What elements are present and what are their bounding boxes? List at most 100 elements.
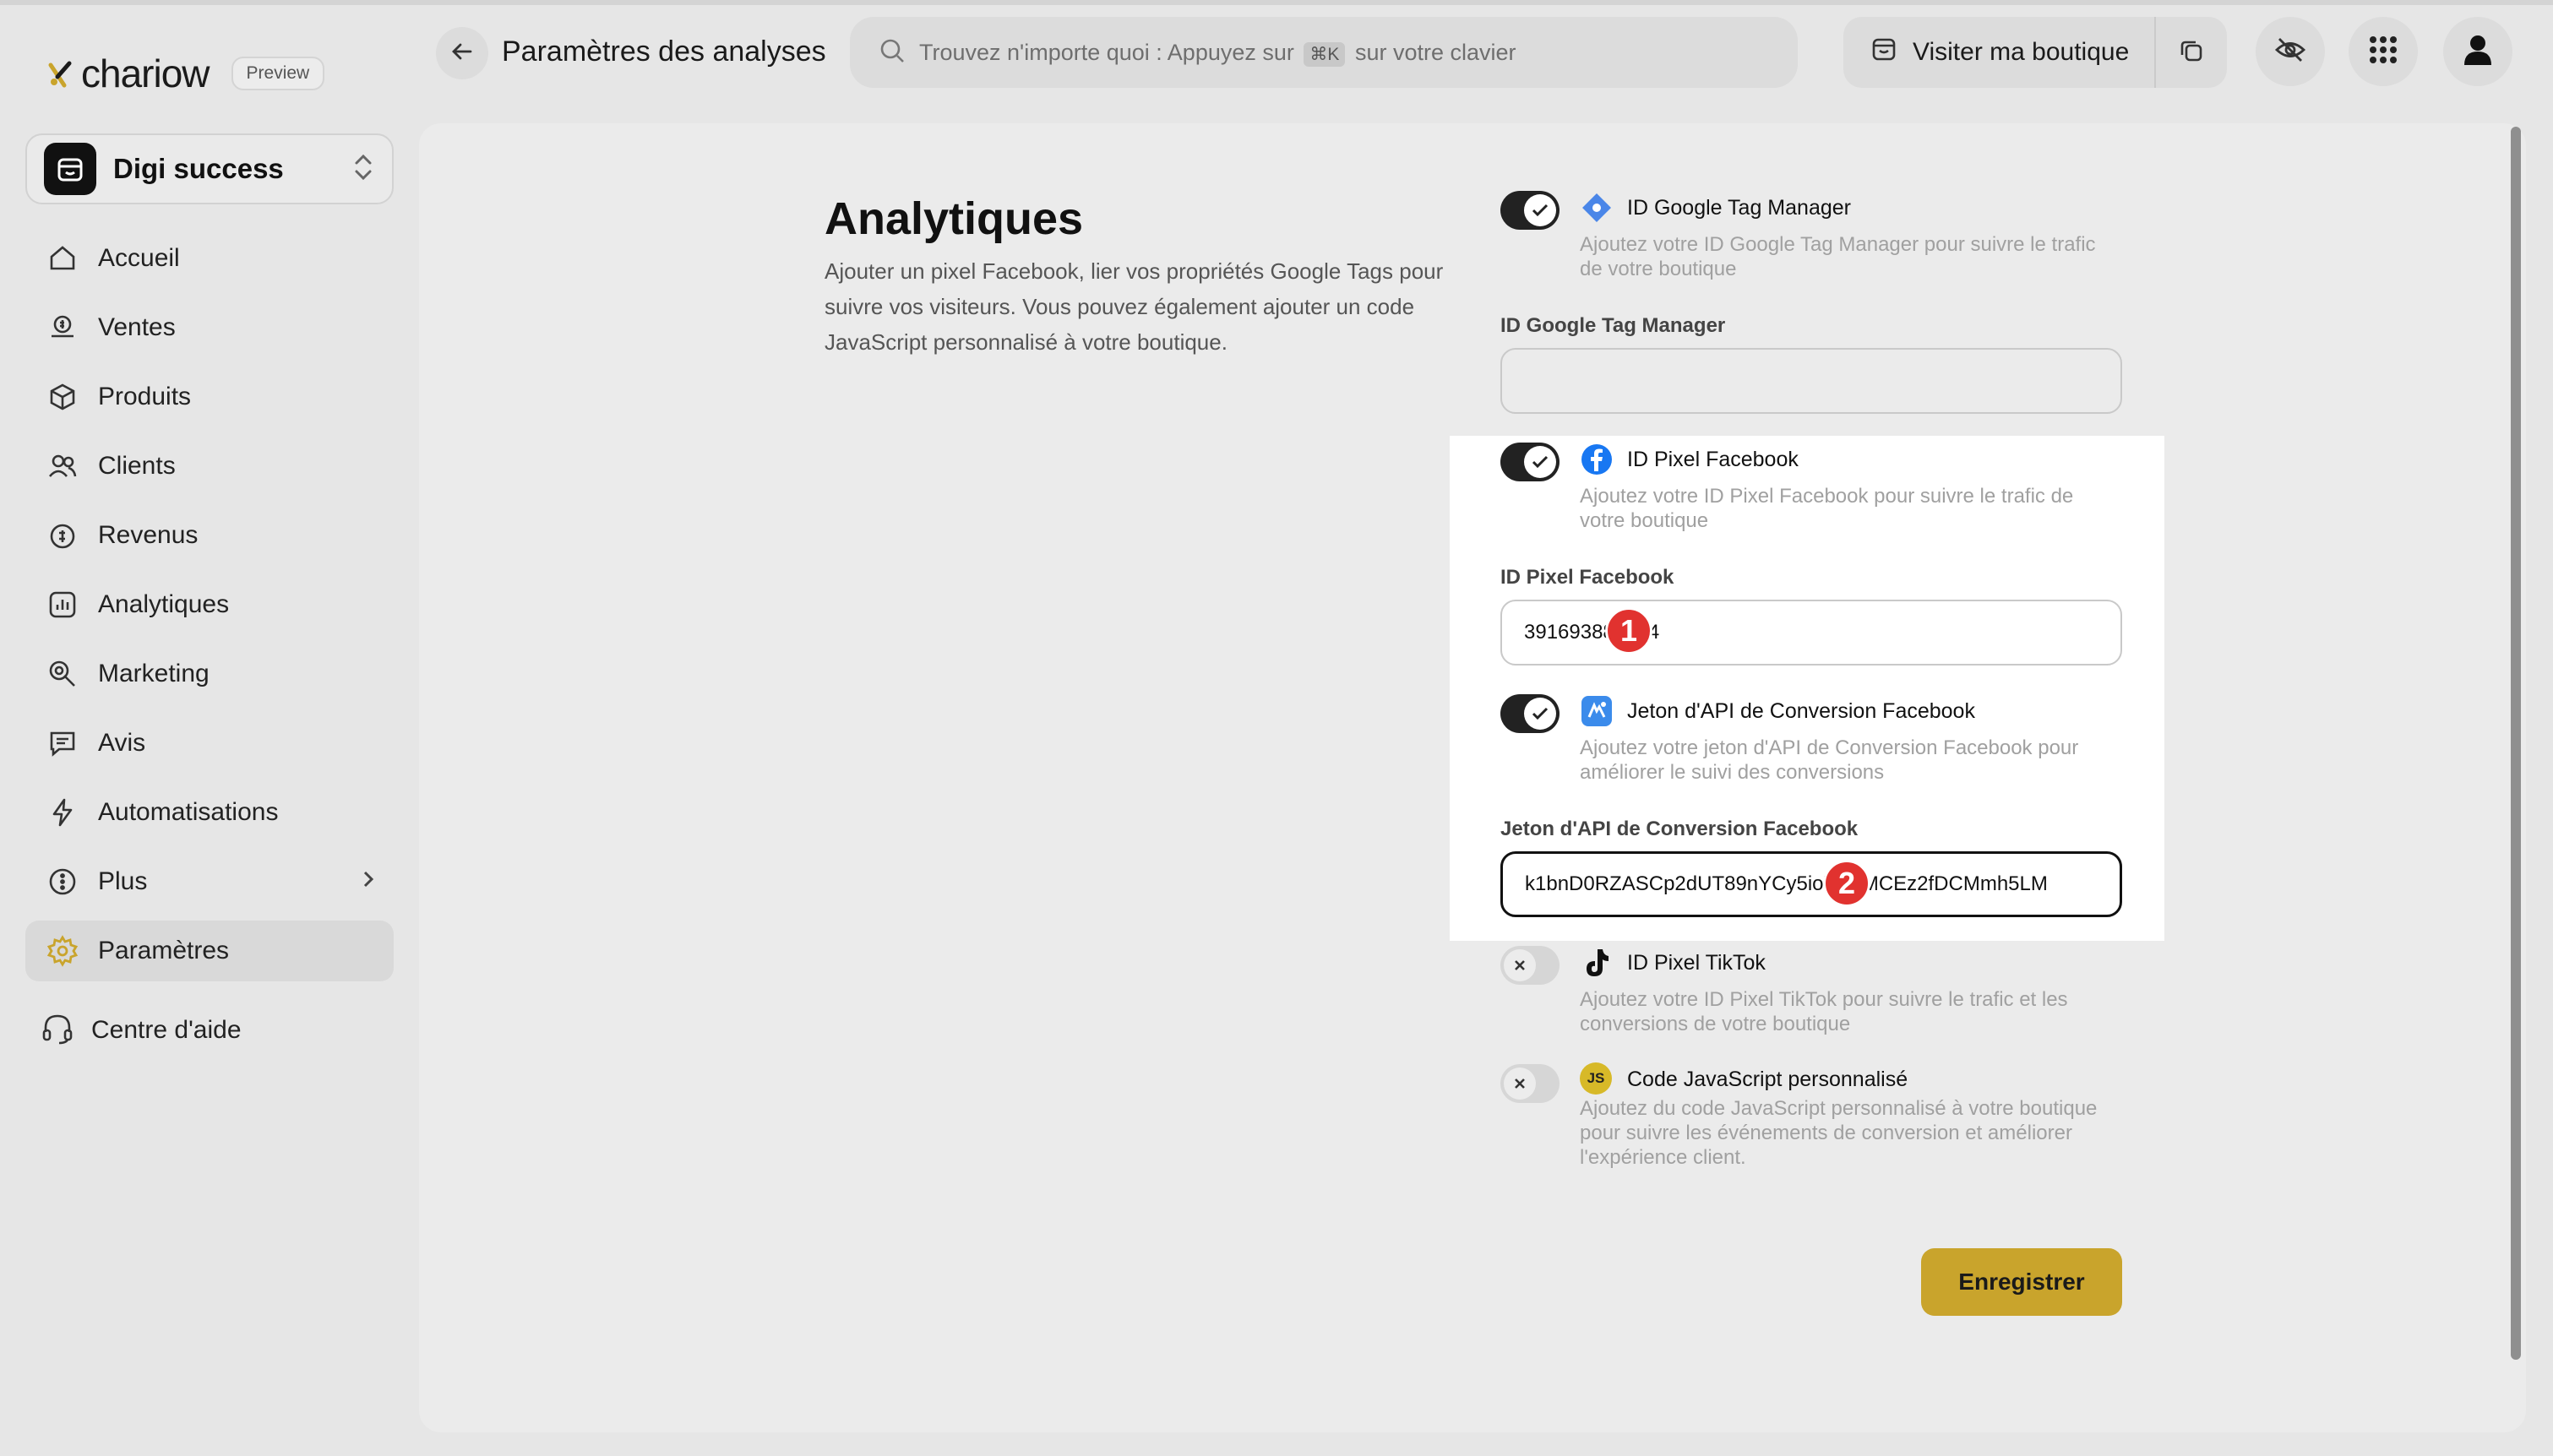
hide-preview-button[interactable] — [2256, 17, 2325, 86]
account-button[interactable] — [2443, 17, 2512, 86]
sidebar-nav: Accueil Ventes Produits Clients Revenus … — [25, 228, 394, 990]
help-center-link[interactable]: Centre d'aide — [41, 1012, 242, 1049]
marketing-icon — [44, 655, 81, 693]
chariow-logo[interactable]: chariow Preview — [46, 51, 325, 96]
sidebar-item-accueil[interactable]: Accueil — [25, 228, 394, 289]
close-icon — [1504, 1068, 1536, 1100]
check-icon — [1524, 446, 1556, 478]
sidebar-item-clients[interactable]: Clients — [25, 436, 394, 497]
sidebar-item-label: Plus — [98, 867, 148, 895]
page-description: Ajouter un pixel Facebook, lier vos prop… — [825, 258, 1444, 355]
search-placeholder: Trouvez n'importe quoi : Appuyez sur ⌘K … — [919, 39, 1516, 67]
visit-store-label: Visiter ma boutique — [1913, 38, 2130, 66]
sidebar-item-label: Produits — [98, 383, 192, 410]
sidebar-item-label: Revenus — [98, 521, 199, 549]
sidebar-item-label: Clients — [98, 452, 176, 480]
close-icon — [1504, 949, 1536, 981]
storefront-icon — [1870, 35, 1897, 69]
search-bar[interactable]: Trouvez n'importe quoi : Appuyez sur ⌘K … — [850, 17, 1798, 88]
fb-pixel-description: Ajoutez votre ID Pixel Facebook pour sui… — [1580, 485, 2074, 532]
back-button[interactable] — [436, 27, 488, 79]
logo-text: chariow — [81, 52, 210, 95]
sidebar-item-avis[interactable]: Avis — [25, 713, 394, 774]
facebook-icon — [1580, 443, 1614, 476]
help-center-label: Centre d'aide — [91, 1016, 242, 1044]
store-icon — [44, 143, 96, 195]
fb-capi-title: Jeton d'API de Conversion Facebook — [1627, 699, 1975, 723]
sidebar-item-marketing[interactable]: Marketing — [25, 644, 394, 704]
page-header-title: Paramètres des analyses — [502, 35, 826, 68]
conversion-api-icon — [1580, 694, 1614, 728]
sidebar-item-label: Automatisations — [98, 798, 279, 826]
gtm-description: Ajoutez votre ID Google Tag Manager pour… — [1580, 233, 2096, 280]
revenue-icon — [44, 517, 81, 554]
fb-pixel-field-label: ID Pixel Facebook — [1500, 566, 1674, 589]
sidebar-item-label: Ventes — [98, 313, 176, 341]
logo-mark-icon — [46, 57, 78, 90]
chevron-right-icon — [362, 867, 375, 896]
sidebar-item-parametres[interactable]: Paramètres — [25, 921, 394, 981]
google-tag-manager-icon — [1580, 191, 1614, 225]
custom-js-title: Code JavaScript personnalisé — [1627, 1068, 1908, 1091]
sidebar-item-revenus[interactable]: Revenus — [25, 505, 394, 566]
users-icon — [44, 448, 81, 485]
check-icon — [1524, 194, 1556, 226]
fb-capi-toggle[interactable] — [1500, 694, 1560, 733]
user-avatar-icon — [2462, 33, 2494, 71]
home-icon — [44, 240, 81, 277]
gtm-title: ID Google Tag Manager — [1627, 196, 1851, 220]
javascript-icon: JS — [1580, 1062, 1612, 1095]
gtm-field-label: ID Google Tag Manager — [1500, 314, 1726, 337]
gear-icon — [44, 932, 81, 970]
annotation-marker-2: 2 — [1823, 860, 1870, 907]
sidebar-item-produits[interactable]: Produits — [25, 367, 394, 427]
headset-icon — [41, 1012, 78, 1049]
store-switcher[interactable]: Digi success — [25, 133, 394, 204]
fb-capi-field-label: Jeton d'API de Conversion Facebook — [1500, 818, 1859, 840]
copy-icon — [2178, 37, 2205, 68]
sidebar-item-label: Accueil — [98, 244, 180, 272]
fb-pixel-id-input[interactable] — [1500, 600, 2122, 666]
grid-icon — [2368, 35, 2398, 69]
chart-icon — [44, 586, 81, 623]
tiktok-icon — [1580, 946, 1614, 980]
gtm-toggle[interactable] — [1500, 191, 1560, 230]
sidebar-item-ventes[interactable]: Ventes — [25, 297, 394, 358]
shortcut-key: ⌘K — [1304, 41, 1346, 67]
save-button[interactable]: Enregistrer — [1921, 1248, 2122, 1316]
preview-badge: Preview — [231, 57, 325, 90]
sidebar-item-analytiques[interactable]: Analytiques — [25, 574, 394, 635]
reviews-icon — [44, 725, 81, 762]
sales-icon — [44, 309, 81, 346]
scrollbar[interactable] — [2511, 127, 2521, 1360]
fb-pixel-toggle[interactable] — [1500, 443, 1560, 481]
tiktok-description: Ajoutez votre ID Pixel TikTok pour suivr… — [1580, 988, 2068, 1035]
page-title: Analytiques — [825, 193, 1084, 244]
apps-menu-button[interactable] — [2349, 17, 2418, 86]
tiktok-toggle[interactable] — [1500, 946, 1560, 985]
search-icon — [879, 37, 906, 68]
arrow-left-icon — [450, 41, 474, 66]
more-icon — [44, 863, 81, 900]
bolt-icon — [44, 794, 81, 831]
sidebar-item-label: Marketing — [98, 660, 210, 687]
box-icon — [44, 378, 81, 416]
check-icon — [1524, 698, 1556, 730]
annotation-marker-1: 1 — [1605, 607, 1652, 655]
chevron-updown-icon — [351, 151, 375, 187]
fb-pixel-title: ID Pixel Facebook — [1627, 448, 1799, 471]
fb-capi-token-input[interactable] — [1500, 851, 2122, 917]
fb-capi-description: Ajoutez votre jeton d'API de Conversion … — [1580, 736, 2079, 784]
store-name: Digi success — [113, 153, 284, 184]
sidebar-item-plus[interactable]: Plus — [25, 851, 394, 912]
copy-link-button[interactable] — [2156, 37, 2227, 68]
custom-js-toggle[interactable] — [1500, 1064, 1560, 1103]
visit-store-group: Visiter ma boutique — [1843, 17, 2227, 88]
top-border — [0, 0, 2553, 5]
sidebar-item-automatisations[interactable]: Automatisations — [25, 782, 394, 843]
custom-js-description: Ajoutez du code JavaScript personnalisé … — [1580, 1097, 2098, 1169]
gtm-id-input[interactable] — [1500, 348, 2122, 414]
visit-store-button[interactable]: Visiter ma boutique — [1843, 17, 2156, 88]
sidebar-item-label: Avis — [98, 729, 146, 757]
sidebar-item-label: Paramètres — [98, 937, 230, 964]
